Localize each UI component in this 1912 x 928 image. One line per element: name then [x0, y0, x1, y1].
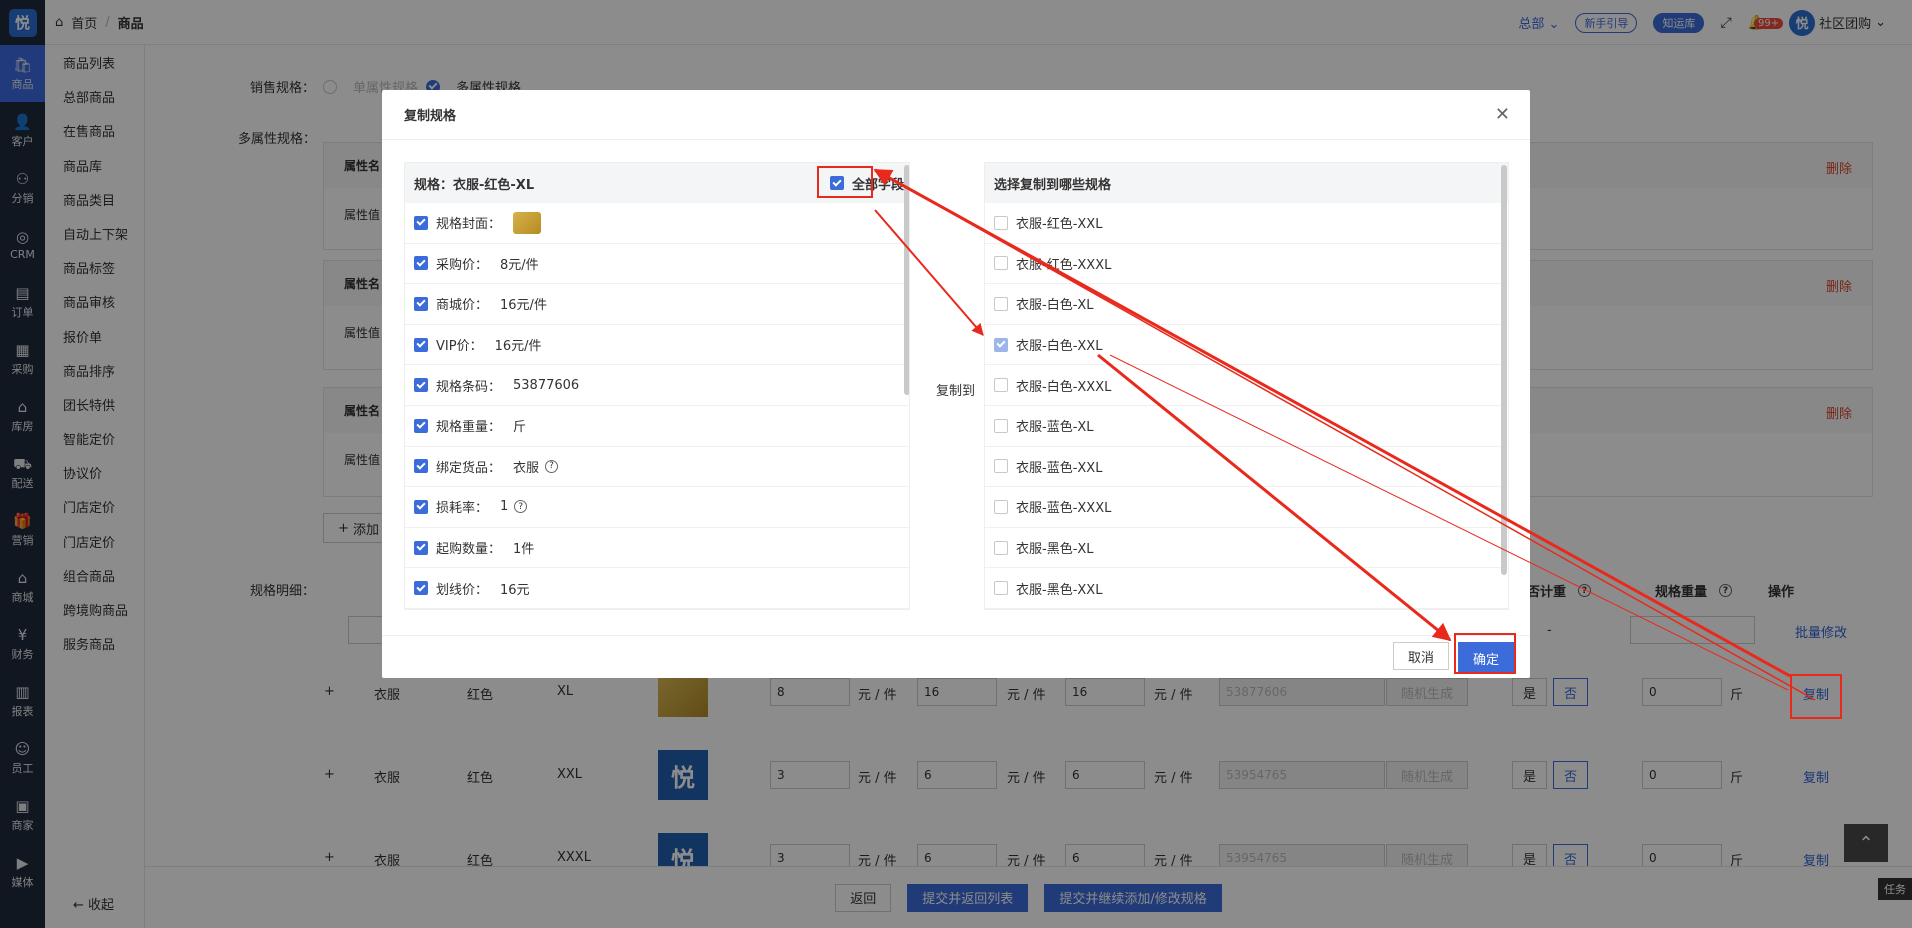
annotation-arrows	[873, 168, 1816, 701]
